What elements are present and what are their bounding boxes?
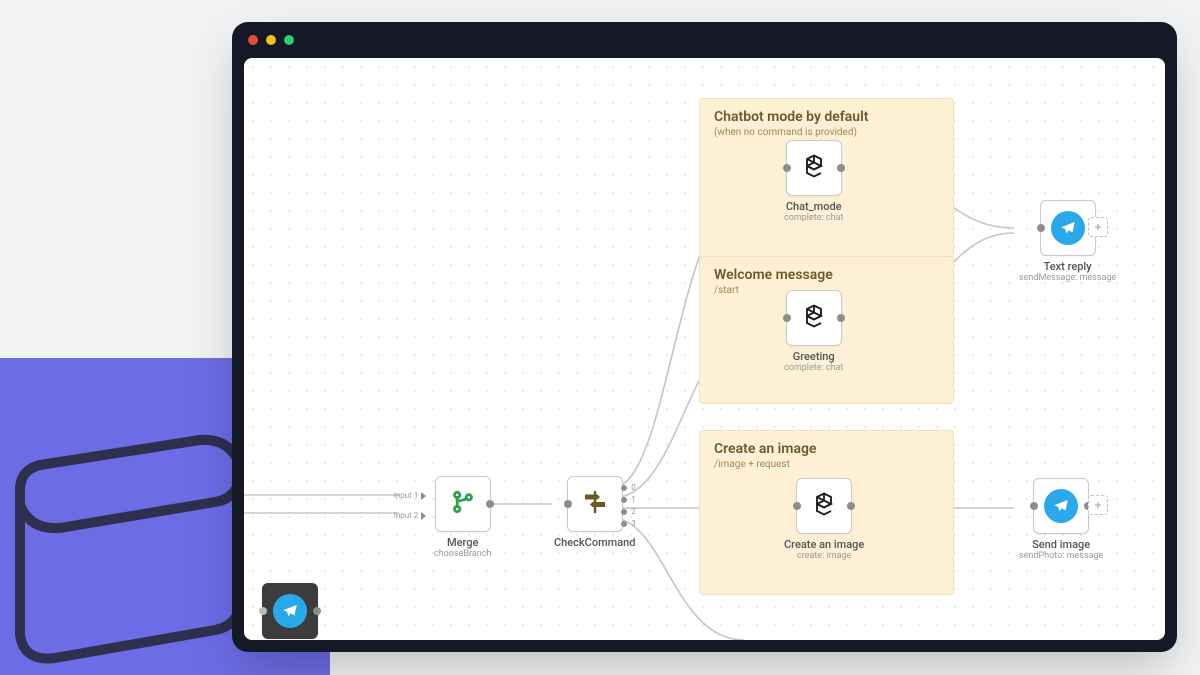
workflow-canvas[interactable]: Chatbot mode by default (when no command… bbox=[244, 58, 1165, 640]
check-command-out-1[interactable]: 1 bbox=[621, 495, 636, 504]
sticky-subtitle: /image + request bbox=[714, 459, 939, 470]
add-node-button[interactable]: + bbox=[1088, 217, 1108, 237]
window-title-bar bbox=[232, 22, 1177, 58]
node-telegram-trigger[interactable] bbox=[262, 583, 318, 639]
window-maximize-button[interactable] bbox=[284, 35, 294, 45]
plus-icon: + bbox=[1095, 498, 1102, 512]
node-label: Merge bbox=[447, 536, 478, 549]
app-window: Chatbot mode by default (when no command… bbox=[232, 22, 1177, 652]
node-label: Chat_mode bbox=[786, 200, 842, 213]
sticky-title: Chatbot mode by default bbox=[714, 109, 939, 125]
node-label: Greeting bbox=[793, 350, 835, 363]
sticky-subtitle: (when no command is provided) bbox=[714, 127, 939, 138]
node-greeting[interactable]: Greeting complete: chat bbox=[784, 290, 843, 373]
add-node-button[interactable]: + bbox=[1088, 495, 1108, 515]
merge-input-2[interactable]: Input 2 bbox=[394, 511, 427, 520]
check-command-out-2[interactable]: 2 bbox=[621, 507, 636, 516]
openai-icon bbox=[810, 490, 838, 522]
sticky-title: Welcome message bbox=[714, 267, 939, 283]
node-sublabel: create: image bbox=[797, 551, 851, 561]
check-command-out-3[interactable]: 3 bbox=[621, 519, 636, 528]
node-send-image[interactable]: Send image sendPhoto: message bbox=[1019, 478, 1103, 561]
node-label: CheckCommand bbox=[554, 536, 636, 549]
node-label: Text reply bbox=[1044, 260, 1092, 273]
telegram-icon bbox=[1044, 489, 1078, 523]
window-minimize-button[interactable] bbox=[266, 35, 276, 45]
plus-icon: + bbox=[1095, 220, 1102, 234]
node-check-command[interactable]: 0 1 2 3 CheckCommand bbox=[554, 476, 636, 549]
node-text-reply[interactable]: Text reply sendMessage: message bbox=[1019, 200, 1116, 283]
signpost-icon bbox=[580, 487, 610, 521]
node-sublabel: complete: chat bbox=[784, 213, 843, 223]
node-sublabel: sendPhoto: message bbox=[1019, 551, 1103, 561]
background-box-illustration bbox=[0, 410, 260, 670]
node-label: Create an image bbox=[784, 538, 864, 551]
openai-icon bbox=[800, 302, 828, 334]
merge-input-1[interactable]: Input 1 bbox=[394, 491, 427, 500]
check-command-out-0[interactable]: 0 bbox=[621, 483, 636, 492]
node-label: Send image bbox=[1032, 538, 1090, 551]
telegram-icon bbox=[1051, 211, 1085, 245]
openai-icon bbox=[800, 152, 828, 184]
sticky-title: Create an image bbox=[714, 441, 939, 457]
node-sublabel: sendMessage: message bbox=[1019, 273, 1116, 283]
node-sublabel: chooseBranch bbox=[434, 549, 491, 559]
node-merge[interactable]: Input 1 Input 2 Merge chooseBranch bbox=[434, 476, 491, 559]
window-close-button[interactable] bbox=[248, 35, 258, 45]
git-branch-icon bbox=[449, 488, 477, 520]
node-create-image[interactable]: Create an image create: image bbox=[784, 478, 864, 561]
node-chat-mode[interactable]: Chat_mode complete: chat bbox=[784, 140, 843, 223]
node-sublabel: complete: chat bbox=[784, 363, 843, 373]
telegram-icon bbox=[273, 594, 307, 628]
